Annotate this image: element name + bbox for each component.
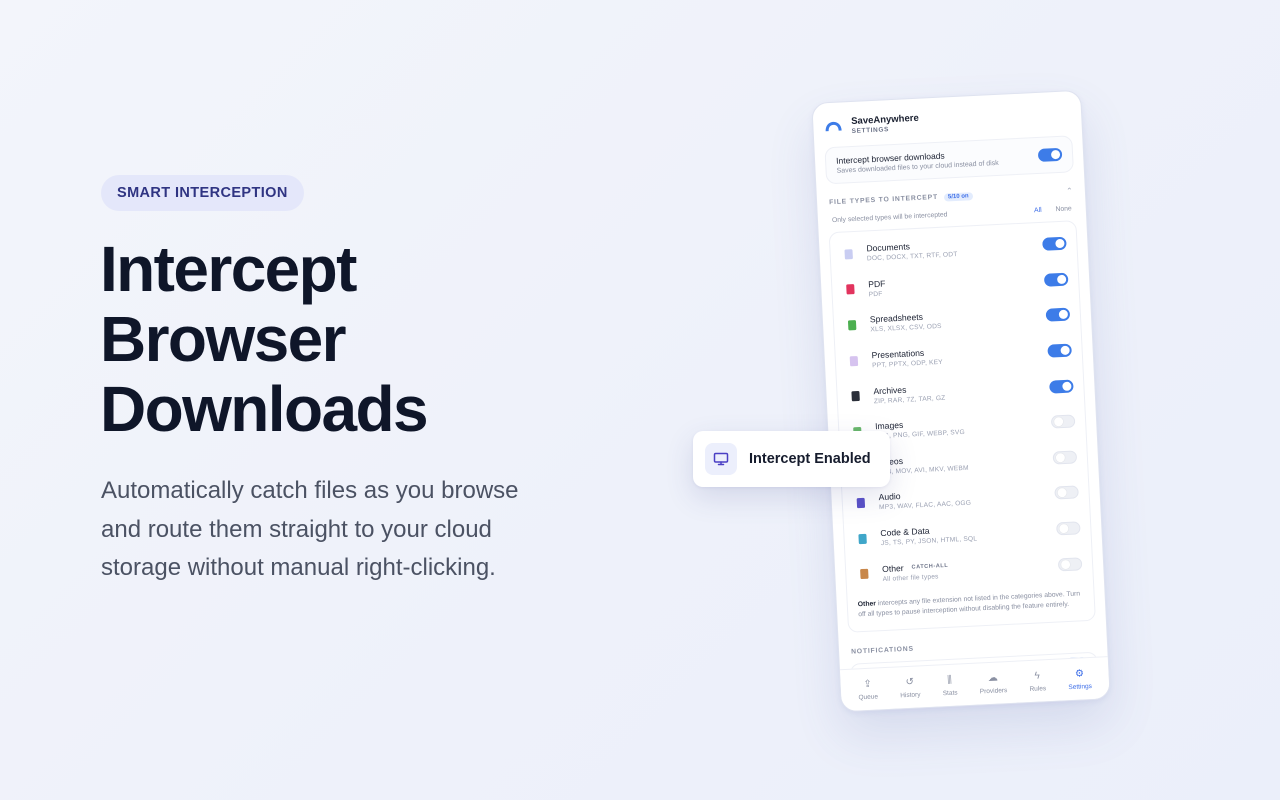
select-all-link[interactable]: All [1034, 207, 1042, 214]
archive-icon [847, 388, 864, 405]
file-type-toggle[interactable] [1045, 308, 1071, 323]
tab-label: History [900, 690, 921, 699]
cloud-logo-icon [825, 121, 842, 132]
file-type-name: Documents [866, 241, 911, 254]
tab-label: Providers [979, 686, 1008, 695]
enabled-count-badge: 5/10 on [943, 191, 973, 202]
monitor-icon [705, 443, 737, 475]
intercept-downloads-toggle[interactable] [1037, 147, 1063, 162]
tab-history[interactable]: ↺ History [899, 676, 921, 699]
file-types-header[interactable]: FILE TYPES TO INTERCEPT 5/10 on ⌃ [829, 186, 1073, 207]
file-type-toggle[interactable] [1043, 272, 1069, 287]
tab-queue[interactable]: ⇪ Queue [858, 678, 879, 701]
tab-label: Stats [942, 689, 958, 697]
gear-icon: ⚙ [1074, 667, 1085, 680]
phone-mockup: SaveAnywhere SETTINGS Intercept browser … [811, 89, 1111, 713]
spreadsheet-icon [844, 317, 861, 334]
file-type-toggle[interactable] [1052, 450, 1078, 465]
bolt-icon: ϟ [1034, 669, 1041, 682]
file-type-name: Images [874, 420, 904, 432]
document-icon [840, 246, 857, 263]
file-type-toggle[interactable] [1056, 521, 1081, 536]
file-type-name: Archives [873, 384, 907, 396]
tab-label: Settings [1068, 682, 1093, 691]
headline-line-3: Downloads [100, 373, 429, 445]
cloud-icon: ☁ [987, 672, 999, 684]
file-types-list: Documents DOC, DOCX, TXT, RTF, ODT PDF P… [828, 220, 1096, 633]
hero-description: Automatically catch files as you browse … [101, 477, 519, 582]
presentation-icon [846, 352, 863, 369]
tab-rules[interactable]: ϟ Rules [1029, 669, 1047, 693]
tab-label: Rules [1029, 684, 1047, 693]
file-type-name: PDF [867, 278, 886, 290]
file-type-name: Code & Data [880, 525, 930, 539]
intercept-enabled-toast: Intercept Enabled [693, 431, 890, 487]
file-type-toggle[interactable] [1050, 414, 1076, 429]
file-type-name: Other [881, 562, 904, 574]
file-type-toggle[interactable] [1054, 485, 1079, 500]
chevron-up-icon[interactable]: ⌃ [1066, 186, 1073, 195]
pdf-icon [842, 281, 859, 298]
tab-settings[interactable]: ⚙ Settings [1067, 667, 1093, 691]
file-type-toggle[interactable] [1057, 556, 1083, 572]
music-icon [852, 495, 869, 512]
file-types-hint: Only selected types will be intercepted [831, 211, 948, 225]
headline-line-1: Intercept [100, 233, 357, 305]
feature-badge: SMART INTERCEPTION [101, 175, 304, 211]
file-types-title: FILE TYPES TO INTERCEPT [828, 193, 939, 207]
app-header: SaveAnywhere SETTINGS [812, 91, 1081, 140]
tab-stats[interactable]: ⫼ Stats [942, 674, 958, 697]
file-type-toggle[interactable] [1049, 379, 1074, 394]
headline-line-2: Browser [100, 303, 347, 375]
file-type-toggle[interactable] [1042, 236, 1067, 252]
file-type-name: Audio [878, 491, 901, 503]
history-icon: ↺ [905, 676, 915, 688]
select-none-link[interactable]: None [1055, 205, 1072, 213]
intercept-downloads-setting: Intercept browser downloads Saves downlo… [824, 135, 1074, 185]
file-type-toggle[interactable] [1047, 343, 1072, 358]
toast-label: Intercept Enabled [749, 451, 871, 467]
catch-all-badge: CATCH-ALL [911, 562, 949, 571]
code-icon [854, 530, 871, 547]
package-icon [856, 566, 873, 583]
stats-icon: ⫼ [946, 674, 953, 686]
upload-icon: ⇪ [863, 678, 873, 690]
tab-providers[interactable]: ☁ Providers [979, 672, 1008, 695]
tab-label: Queue [858, 692, 879, 701]
file-type-name: Presentations [871, 347, 925, 361]
file-type-name: Spreadsheets [869, 312, 924, 325]
headline: Intercept Browser Downloads [100, 233, 429, 445]
